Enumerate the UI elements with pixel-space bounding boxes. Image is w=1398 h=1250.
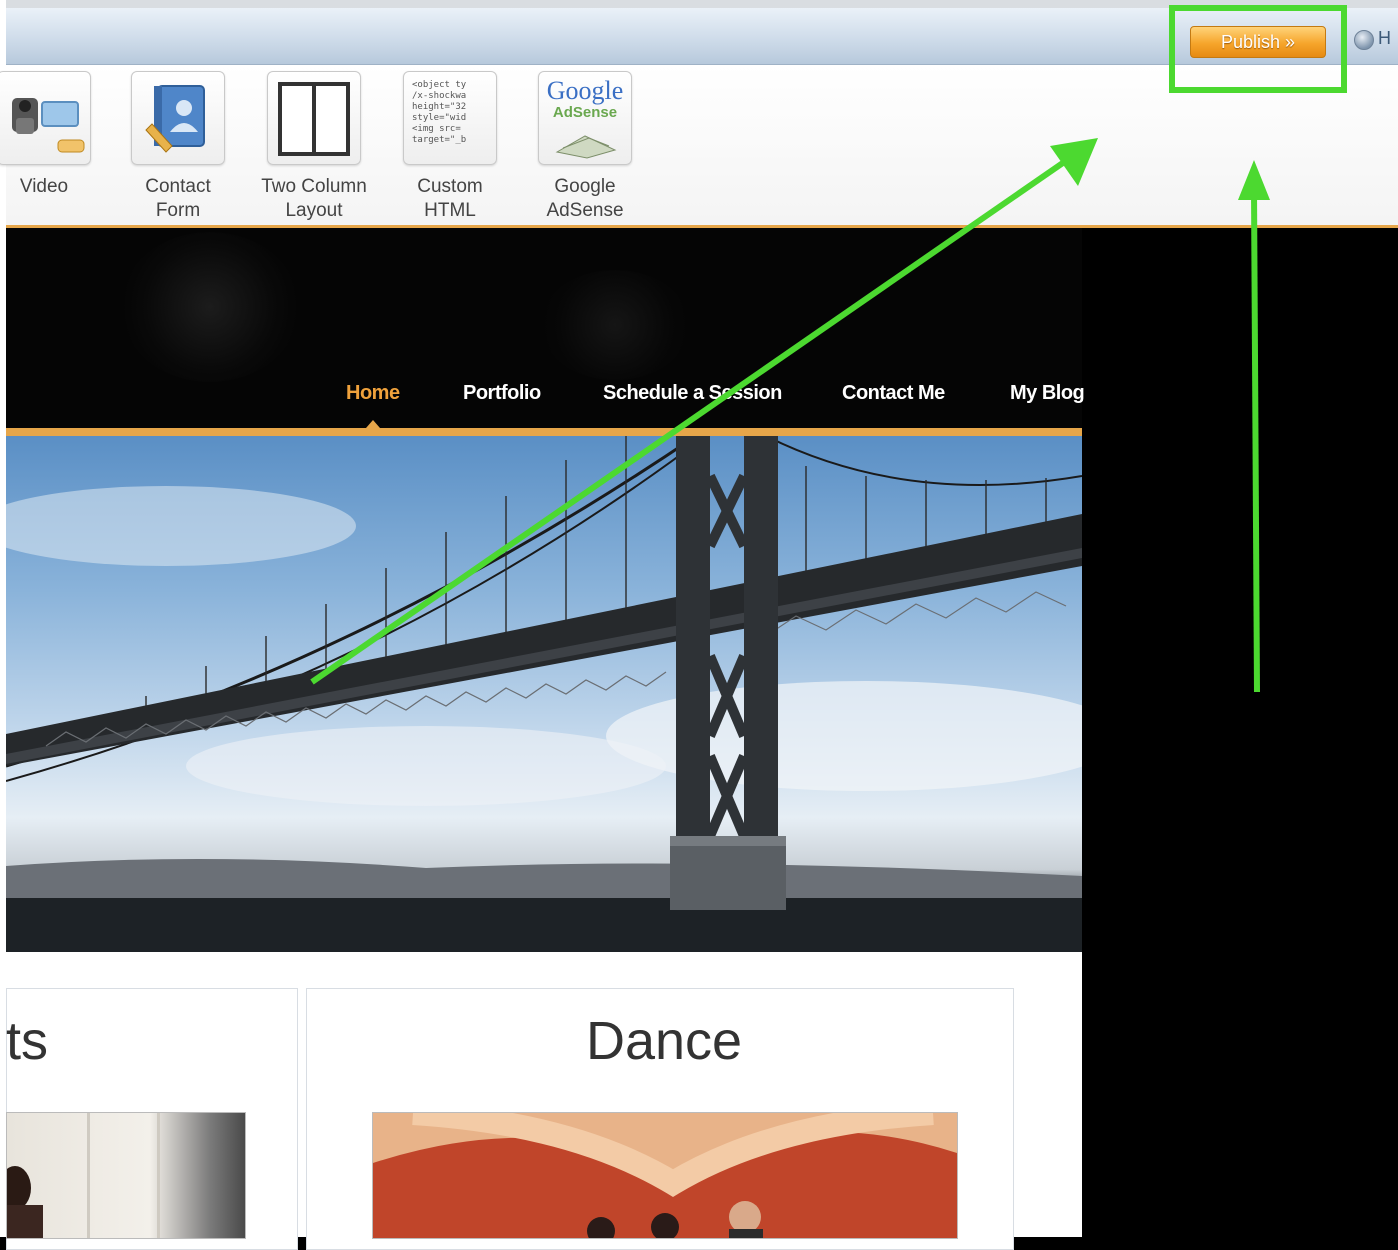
toolbar-item-label: Two Column Layout (261, 176, 367, 221)
nav-item-schedule-a-session[interactable]: Schedule a Session (603, 382, 782, 405)
toolbar-item-contact-form[interactable]: Contact Form (118, 71, 238, 223)
adsense-logo-google: Google (546, 76, 624, 105)
toolbar-item-two-column-layout[interactable]: Two Column Layout (254, 71, 374, 223)
nav-item-home[interactable]: Home (346, 382, 400, 405)
toolbar-item-video[interactable]: Video (0, 71, 104, 199)
toolbar-item-label: Contact Form (145, 176, 211, 221)
window-top-edge (0, 0, 1398, 8)
help-link-text[interactable]: H (1378, 28, 1391, 49)
card-title-dance: Dance (586, 1011, 743, 1071)
active-nav-indicator (366, 420, 380, 428)
adsense-logo-adsense: AdSense (552, 104, 618, 121)
nav-divider (6, 428, 1082, 436)
nav-item-my-blog[interactable]: My Blog (1010, 382, 1085, 405)
custom-html-icon: <object ty /x-shockwa height="32 style="… (403, 71, 497, 165)
nav-item-contact-me[interactable]: Contact Me (842, 382, 945, 405)
card-title-left: ts (6, 1011, 49, 1071)
toolbar-item-label: Google AdSense (546, 176, 624, 221)
toolbar-item-label: Custom HTML (417, 176, 483, 221)
publish-button[interactable]: Publish » (1190, 26, 1326, 58)
header-decoration (120, 232, 300, 382)
html-snippet-text: <object ty /x-shockwa height="32 style="… (412, 80, 467, 145)
toolbar-item-custom-html[interactable]: <object ty /x-shockwa height="32 style="… (390, 71, 510, 223)
contact-form-icon (131, 71, 225, 165)
card-photo-dance (372, 1112, 958, 1239)
two-column-layout-icon (267, 71, 361, 165)
help-icon[interactable] (1354, 30, 1374, 50)
toolbar-item-google-adsense[interactable]: Google AdSense Google AdSense (525, 71, 645, 223)
google-adsense-icon: Google AdSense (538, 71, 632, 165)
hero-bridge-image (6, 436, 1082, 952)
card-photo-left (6, 1112, 246, 1239)
element-toolbar: Video Contact Form Two Column Layout <ob (0, 65, 1398, 228)
video-camera-icon (0, 71, 91, 165)
annotation-arrow-vertical (1251, 189, 1260, 693)
header-decoration (540, 270, 690, 380)
nav-item-portfolio[interactable]: Portfolio (463, 382, 541, 405)
toolbar-item-label: Video (19, 176, 69, 197)
